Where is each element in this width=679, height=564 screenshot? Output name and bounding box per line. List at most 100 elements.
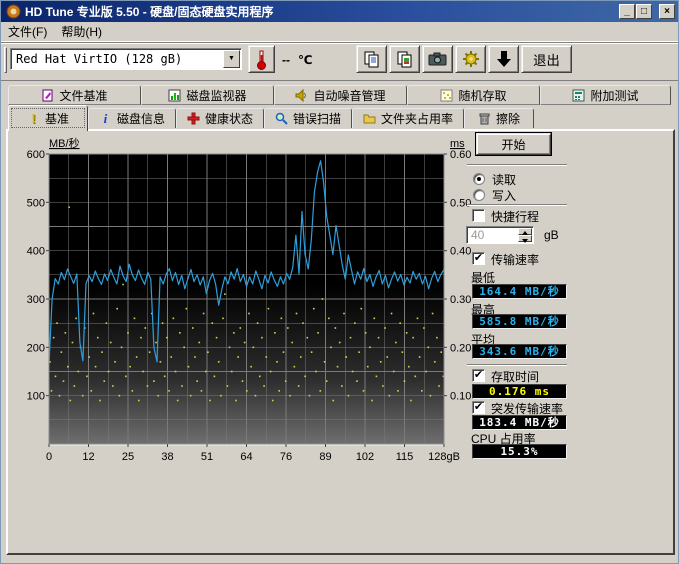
drive-selector-value: Red Hat VirtIO (128 gB) [11, 52, 223, 66]
access-time-checkbox[interactable]: ✔ [472, 369, 485, 382]
file-benchmark-icon [41, 89, 54, 102]
hdtune-window: HD Tune 专业版 5.50 - 硬盘/固态硬盘实用程序 _ □ × 文件(… [0, 0, 679, 564]
toolbar-gripper [4, 47, 7, 73]
tab-label: 文件基准 [59, 87, 107, 104]
svg-text:0.60: 0.60 [450, 149, 471, 161]
svg-text:100: 100 [27, 391, 45, 403]
folder-usage-icon [363, 112, 376, 125]
menubar: 文件(F) 帮助(H) [1, 22, 679, 42]
titlebar[interactable]: HD Tune 专业版 5.50 - 硬盘/固态硬盘实用程序 _ □ × [1, 1, 679, 22]
close-button[interactable]: × [659, 4, 675, 19]
svg-text:500: 500 [27, 197, 45, 209]
start-button[interactable]: 开始 [476, 133, 551, 155]
svg-text:0.10: 0.10 [450, 391, 471, 403]
tab-health[interactable]: 健康状态 [176, 108, 264, 128]
short-stroke-checkbox[interactable] [472, 209, 485, 222]
tab-error-scan[interactable]: 错误扫描 [264, 108, 352, 128]
svg-text:38: 38 [161, 451, 173, 463]
options-icon [462, 50, 480, 68]
error-scan-icon [275, 112, 288, 125]
stepper-up-button[interactable] [518, 228, 532, 235]
short-stroke-unit: gB [544, 228, 559, 242]
svg-text:102: 102 [356, 451, 374, 463]
svg-text:0: 0 [46, 451, 52, 463]
svg-text:200: 200 [27, 342, 45, 354]
transfer-rate-label[interactable]: 传输速率 [491, 251, 539, 268]
camera-icon [428, 52, 447, 66]
chevron-down-icon[interactable]: ▼ [223, 50, 240, 68]
read-radio-label[interactable]: 读取 [492, 171, 516, 188]
svg-text:400: 400 [27, 246, 45, 258]
tab-benchmark[interactable]: ! 基准 [8, 105, 88, 131]
tab-label: 擦除 [496, 110, 520, 127]
maximize-button[interactable]: □ [636, 4, 652, 19]
tab-folder-usage[interactable]: 文件夹占用率 [352, 108, 464, 128]
read-radio[interactable] [473, 173, 485, 185]
exit-button[interactable]: 退出 [521, 45, 572, 73]
svg-text:0.20: 0.20 [450, 342, 471, 354]
random-access-icon [440, 89, 453, 102]
short-stroke-stepper[interactable]: 40 [466, 226, 534, 244]
tab-file-benchmark[interactable]: 文件基准 [8, 85, 141, 105]
tab-extra-tests[interactable]: 附加测试 [540, 85, 671, 105]
tab-erase[interactable]: 擦除 [464, 108, 534, 128]
stepper-down-button[interactable] [518, 235, 532, 242]
drive-selector[interactable]: Red Hat VirtIO (128 gB) ▼ [10, 48, 242, 70]
min-value: 164.4 MB/秒 [472, 284, 567, 299]
tab-noise-management[interactable]: 自动噪音管理 [274, 85, 407, 105]
tab-disk-monitor[interactable]: 磁盘监视器 [141, 85, 274, 105]
app-icon [6, 4, 21, 19]
svg-text:64: 64 [240, 451, 252, 463]
tab-label: 磁盘信息 [117, 110, 165, 127]
svg-text:89: 89 [319, 451, 331, 463]
access-time-value: 0.176 ms [472, 384, 567, 399]
temperature-button[interactable] [248, 45, 275, 73]
screenshot-button[interactable] [422, 45, 453, 73]
minimize-button[interactable]: _ [619, 4, 635, 19]
disk-monitor-icon [168, 89, 181, 102]
extra-tests-icon [572, 89, 585, 102]
benchmark-chart: MB/秒100200300400500600ms0.100.200.300.40… [25, 137, 481, 467]
save-results-button[interactable] [488, 45, 519, 73]
access-time-label[interactable]: 存取时间 [491, 368, 539, 385]
svg-text:600: 600 [27, 149, 45, 161]
divider [467, 364, 567, 365]
max-value: 585.8 MB/秒 [472, 314, 567, 329]
save-results-icon [496, 50, 512, 68]
copy-image-button[interactable] [389, 45, 420, 73]
tab-label: 基准 [45, 110, 69, 127]
tab-label: 磁盘监视器 [186, 87, 246, 104]
svg-text:MB/秒: MB/秒 [49, 137, 80, 150]
burst-rate-checkbox[interactable]: ✔ [472, 401, 485, 414]
burst-rate-value: 183.4 MB/秒 [472, 415, 567, 430]
divider [467, 204, 567, 205]
tab-label: 文件夹占用率 [381, 110, 453, 127]
svg-text:128gB: 128gB [428, 451, 460, 463]
svg-text:51: 51 [201, 451, 213, 463]
tab-random-access[interactable]: 随机存取 [407, 85, 540, 105]
menu-file[interactable]: 文件(F) [1, 21, 54, 42]
tab-disk-info[interactable]: i 磁盘信息 [88, 108, 176, 128]
svg-text:300: 300 [27, 294, 45, 306]
tab-label: 随机存取 [458, 87, 506, 104]
copy-image-icon [396, 50, 414, 68]
write-radio-label[interactable]: 写入 [492, 187, 516, 204]
disk-info-icon: i [99, 112, 112, 125]
svg-text:12: 12 [82, 451, 94, 463]
temperature-value: -- [282, 53, 290, 67]
avg-value: 343.6 MB/秒 [472, 344, 567, 359]
tab-label: 附加测试 [590, 87, 638, 104]
short-stroke-label[interactable]: 快捷行程 [491, 208, 539, 225]
transfer-rate-checkbox[interactable]: ✔ [472, 252, 485, 265]
cpu-usage-value: 15.3% [472, 444, 567, 459]
svg-text:25: 25 [122, 451, 134, 463]
svg-text:0.40: 0.40 [450, 246, 471, 258]
write-radio[interactable] [473, 189, 485, 201]
menu-help[interactable]: 帮助(H) [54, 21, 109, 42]
svg-text:115: 115 [396, 451, 414, 463]
temperature-unit: ℃ [298, 53, 313, 67]
copy-text-button[interactable] [356, 45, 387, 73]
window-title: HD Tune 专业版 5.50 - 硬盘/固态硬盘实用程序 [25, 3, 273, 20]
erase-icon [478, 112, 491, 125]
options-button[interactable] [455, 45, 486, 73]
